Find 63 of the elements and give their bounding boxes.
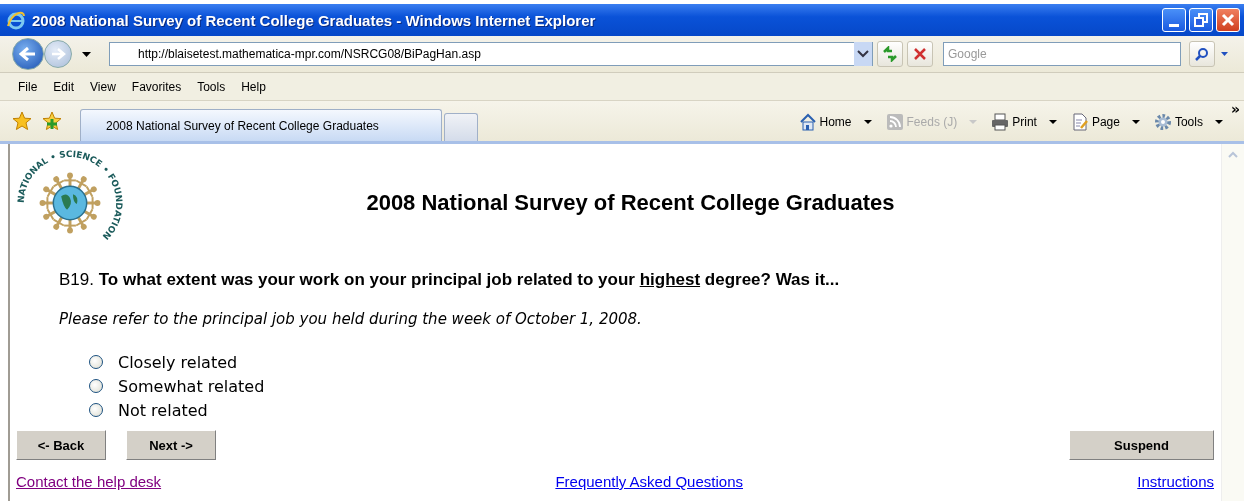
house-icon (798, 113, 817, 131)
page-icon (1070, 113, 1089, 131)
back-arrow-icon (19, 47, 37, 61)
stop-button[interactable] (907, 41, 933, 67)
minimize-button[interactable] (1162, 8, 1186, 32)
menu-item[interactable]: Tools (189, 77, 234, 96)
gear-icon (1153, 113, 1172, 131)
dropdown-caret-icon[interactable] (854, 42, 872, 66)
search-button[interactable] (1189, 41, 1215, 67)
menu-item[interactable]: Favorites (123, 77, 190, 96)
caret-icon[interactable] (1048, 120, 1057, 124)
search-icon (1195, 47, 1209, 61)
caret-icon[interactable] (863, 120, 872, 124)
forward-arrow-icon (50, 48, 66, 60)
radio-button[interactable] (89, 379, 103, 393)
radio-button[interactable] (89, 403, 103, 417)
window-title: 2008 National Survey of Recent College Graduates - Windows Internet Explorer (32, 11, 597, 29)
toolbar-button[interactable]: Page (1068, 111, 1122, 133)
menu-item[interactable]: File (10, 77, 46, 96)
footer-link[interactable]: Instructions (1137, 473, 1214, 490)
page-heading: 2008 National Survey of Recent College Graduates (365, 190, 896, 216)
stop-x-icon (913, 47, 927, 61)
option-label[interactable]: Somewhat related (118, 376, 265, 396)
suspend-button[interactable]: Suspend (1069, 430, 1214, 460)
menu-item[interactable]: Edit (45, 77, 83, 96)
search-options-caret-icon[interactable] (1221, 52, 1228, 56)
toolbar-button[interactable]: Tools (1151, 111, 1205, 133)
close-button[interactable] (1216, 8, 1240, 32)
more-chevron[interactable]: » (1230, 101, 1240, 117)
back-button[interactable] (12, 38, 44, 70)
close-icon (1221, 13, 1235, 27)
vertical-scrollbar[interactable] (1221, 144, 1244, 501)
refresh-button[interactable] (877, 41, 903, 67)
favorites-star-icon[interactable] (12, 111, 32, 131)
footer-link[interactable]: Frequently Asked Questions (555, 473, 743, 490)
search-field[interactable]: Google (943, 42, 1181, 66)
caret-icon[interactable] (1131, 120, 1140, 124)
toolbar-button[interactable]: Print (989, 111, 1039, 133)
toolbar-button: Feeds (J) (883, 111, 960, 133)
instruction-text: Please refer to the principal job you held during the week of October 1, 2008. (59, 310, 643, 328)
restore-button[interactable] (1189, 8, 1213, 32)
printer-icon (991, 113, 1010, 131)
next-button[interactable]: Next -> (126, 430, 216, 460)
radio-button[interactable] (89, 355, 103, 369)
refresh-arrows-icon (882, 46, 898, 62)
option-label[interactable]: Closely related (118, 352, 238, 372)
restore-icon (1194, 13, 1208, 27)
caret-icon (969, 120, 978, 124)
toolbar-button[interactable]: Home (796, 111, 854, 133)
address-field[interactable]: http://blaisetest.mathematica-mpr.com/NSRCG08/BiPagHan.asp (109, 42, 873, 66)
feed-icon (885, 113, 904, 131)
add-favorite-icon[interactable] (42, 111, 62, 131)
browser-tab[interactable]: 2008 National Survey of Recent College Graduates (80, 109, 442, 141)
caret-icon[interactable] (1214, 120, 1223, 124)
question-text: B19. To what extent was your work on your principal job related to your highest degree? Was it... (59, 270, 841, 290)
footer-link[interactable]: Contact the help desk (16, 473, 162, 490)
option-label[interactable]: Not related (118, 400, 208, 420)
browser-logo-icon (6, 10, 26, 30)
back-button[interactable]: <- Back (16, 430, 106, 460)
menu-item[interactable]: Help (233, 77, 274, 96)
minimize-icon (1169, 24, 1179, 27)
menu-item[interactable]: View (82, 77, 124, 96)
history-caret-icon[interactable] (82, 51, 91, 57)
